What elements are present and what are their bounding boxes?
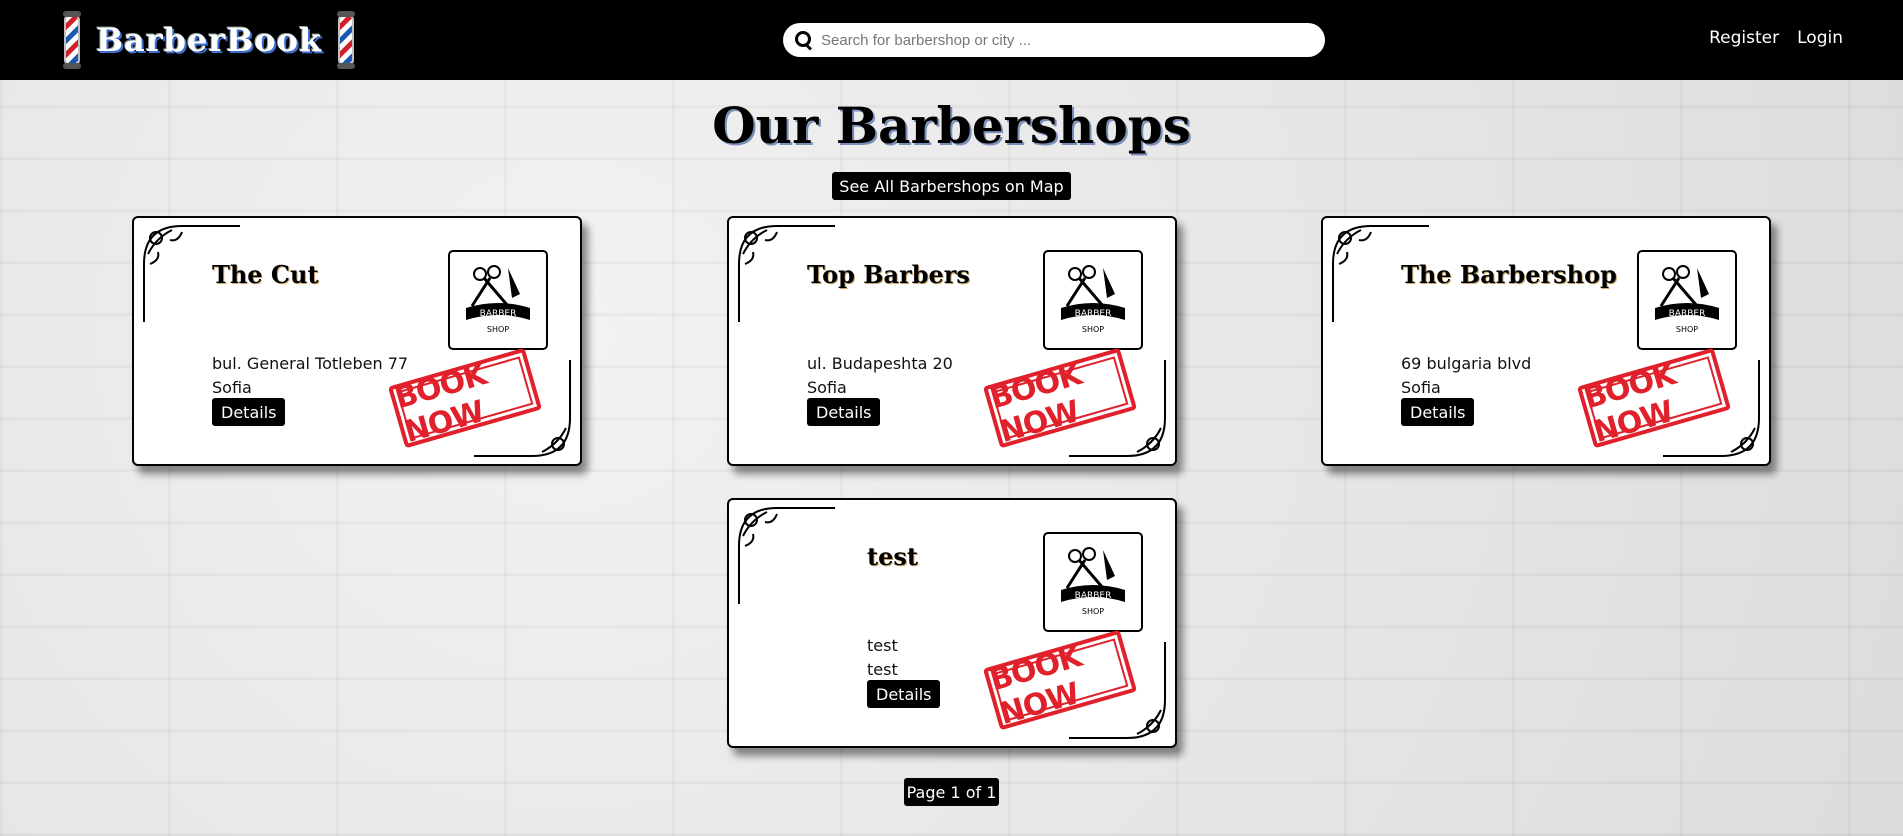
barbershop-logo: BARBER SHOP (1637, 250, 1737, 350)
shop-address: 69 bulgaria blvd Sofia (1401, 352, 1531, 400)
barbershop-logo: BARBER SHOP (1043, 250, 1143, 350)
search-bar[interactable] (783, 23, 1325, 57)
shop-name: The Barbershop (1401, 260, 1617, 289)
barber-logo-icon: BARBER SHOP (466, 265, 530, 334)
search-input[interactable] (821, 31, 1301, 49)
top-navbar: BarberBook Register Login (0, 0, 1903, 80)
svg-text:BARBER: BARBER (1669, 309, 1706, 319)
ornament-corner-icon (1663, 360, 1760, 457)
shop-card: Top Barbers BARBER SHOP ul. Budapeshta 2… (727, 216, 1177, 466)
page-title: Our Barbershops (712, 96, 1191, 155)
barbershop-logo: BARBER SHOP (448, 250, 548, 350)
shop-address: ul. Budapeshta 20 Sofia (807, 352, 953, 400)
auth-nav: Register Login (1709, 28, 1843, 48)
city: Sofia (212, 378, 252, 397)
register-link[interactable]: Register (1709, 28, 1779, 48)
ornament-corner-icon (1069, 642, 1166, 739)
barber-logo-icon: BARBER SHOP (1061, 265, 1125, 334)
city: test (867, 660, 898, 679)
city: Sofia (1401, 378, 1441, 397)
brand-name: BarberBook (96, 21, 323, 59)
shop-name: The Cut (212, 260, 319, 289)
street: bul. General Totleben 77 (212, 354, 409, 373)
barbershop-logo: BARBER SHOP (1043, 532, 1143, 632)
shop-address: bul. General Totleben 77 Sofia (212, 352, 408, 400)
city: Sofia (807, 378, 847, 397)
svg-text:SHOP: SHOP (1082, 325, 1104, 334)
street: ul. Budapeshta 20 (807, 354, 953, 373)
svg-text:BARBER: BARBER (1075, 309, 1112, 319)
details-button[interactable]: Details (867, 680, 941, 708)
shop-card: The Cut BARBER SHOP bul. General Totlebe… (132, 216, 582, 466)
ornament-corner-icon (738, 507, 835, 604)
login-link[interactable]: Login (1797, 28, 1843, 48)
details-button[interactable]: Details (807, 398, 881, 426)
barber-logo-icon: BARBER SHOP (1655, 265, 1719, 334)
search-icon (795, 31, 813, 49)
pagination-indicator: Page 1 of 1 (904, 778, 999, 806)
details-button[interactable]: Details (212, 398, 286, 426)
shop-address: test test (867, 634, 898, 682)
svg-text:BARBER: BARBER (480, 309, 517, 319)
ornament-corner-icon (474, 360, 571, 457)
svg-text:SHOP: SHOP (487, 325, 509, 334)
svg-text:SHOP: SHOP (1082, 607, 1104, 616)
shop-name: Top Barbers (807, 260, 970, 289)
ornament-corner-icon (1069, 360, 1166, 457)
details-button[interactable]: Details (1401, 398, 1475, 426)
barber-pole-icon (63, 11, 81, 69)
street: test (867, 636, 898, 655)
barber-pole-icon (337, 11, 356, 69)
map-button[interactable]: See All Barbershops on Map (832, 172, 1071, 200)
shop-name: test (867, 542, 918, 571)
barber-logo-icon: BARBER SHOP (1061, 547, 1125, 616)
brand[interactable]: BarberBook (63, 11, 356, 69)
shop-card: test BARBER SHOP test test Details BOOK … (727, 498, 1177, 748)
street: 69 bulgaria blvd (1401, 354, 1532, 373)
svg-text:BARBER: BARBER (1075, 591, 1112, 601)
svg-text:SHOP: SHOP (1676, 325, 1698, 334)
shop-card: The Barbershop BARBER SHOP 69 bulgaria b… (1321, 216, 1771, 466)
